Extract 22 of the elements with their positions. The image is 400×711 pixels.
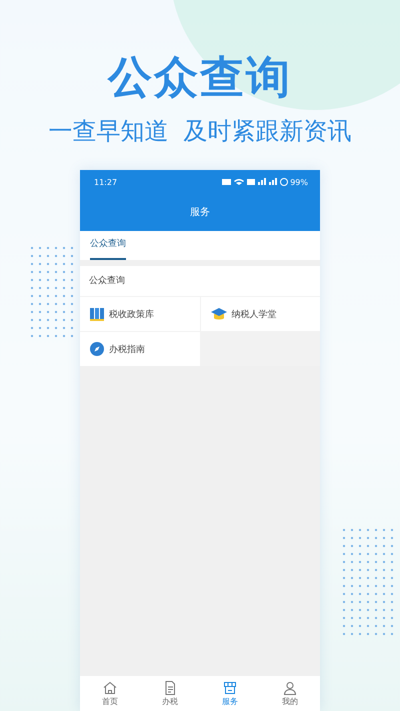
status-time: 11:27	[94, 178, 118, 186]
service-item[interactable]: 税收政策库	[80, 297, 200, 331]
home-icon	[103, 680, 117, 694]
nav-tab[interactable]: 我的	[260, 676, 320, 711]
battery-level: 99%	[290, 178, 308, 186]
books-icon	[90, 307, 104, 321]
document-icon	[163, 680, 177, 694]
storefront-icon	[223, 680, 237, 694]
user-icon	[283, 680, 297, 694]
tab[interactable]: 公众查询	[90, 231, 126, 260]
tagline: 一查早知道 及时紧跟新资讯	[48, 116, 352, 146]
graduation-cap-icon	[210, 307, 226, 321]
nav-tab[interactable]: 首页	[80, 676, 140, 711]
compass-icon	[90, 342, 104, 356]
headline: 公众查询	[108, 51, 292, 105]
screen-title: 服务	[189, 206, 211, 220]
status-icons	[222, 178, 278, 186]
nav-tab[interactable]: 服务	[200, 676, 260, 711]
nav-tab[interactable]: 办税	[140, 676, 200, 711]
service-item[interactable]: 办税指南	[80, 332, 200, 366]
section-title: 公众查询	[88, 274, 126, 288]
service-item[interactable]: 纳税人学堂	[200, 297, 320, 331]
